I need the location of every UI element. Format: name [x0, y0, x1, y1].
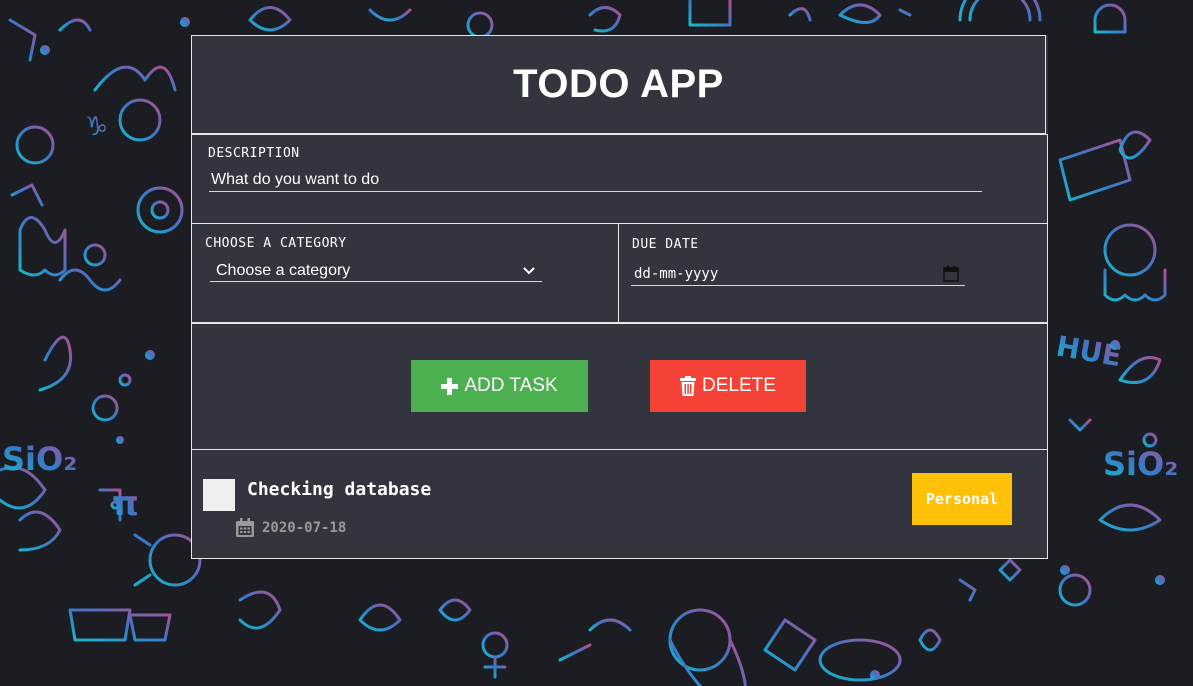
- category-select[interactable]: Choose a category: [210, 260, 542, 282]
- task-date-value: 2020-07-18: [262, 519, 347, 536]
- task-checkbox[interactable]: [203, 479, 235, 511]
- app-title: TODO APP: [513, 62, 724, 106]
- delete-label: DELETE: [702, 375, 776, 396]
- add-task-button[interactable]: ADD TASK: [411, 360, 588, 412]
- due-date-value: dd-mm-yyyy: [634, 265, 719, 282]
- category-badge: Personal: [912, 473, 1012, 525]
- description-input[interactable]: [209, 168, 982, 192]
- delete-button[interactable]: DELETE: [650, 360, 806, 412]
- svg-text:SiO₂: SiO₂: [2, 440, 77, 478]
- category-section: CHOOSE A CATEGORY Choose a category: [191, 224, 619, 323]
- task-date: 2020-07-18: [236, 518, 346, 537]
- trash-icon: [680, 376, 697, 396]
- chevron-down-icon: [523, 266, 535, 274]
- category-label: CHOOSE A CATEGORY: [205, 236, 347, 251]
- add-task-label: ADD TASK: [464, 375, 558, 396]
- category-select-value: Choose a category: [216, 261, 351, 279]
- calendar-icon[interactable]: [943, 265, 959, 282]
- due-date-section: DUE DATE dd-mm-yyyy: [618, 224, 1048, 323]
- app-header: TODO APP: [191, 35, 1046, 134]
- task-name: Checking database: [247, 479, 432, 500]
- due-date-label: DUE DATE: [632, 237, 699, 252]
- svg-text:♑: ♑: [85, 112, 108, 142]
- svg-text:SiO₂: SiO₂: [1103, 445, 1178, 483]
- due-date-input[interactable]: dd-mm-yyyy: [631, 262, 965, 286]
- calendar-icon: [236, 518, 254, 537]
- actions-section: ADD TASK DELETE: [191, 323, 1048, 450]
- plus-icon: [441, 377, 459, 395]
- todo-app-panel: TODO APP DESCRIPTION CHOOSE A CATEGORY C…: [191, 35, 1048, 559]
- task-item: Checking database 2020-07-18 Personal: [191, 450, 1048, 559]
- description-label: DESCRIPTION: [208, 146, 300, 161]
- category-date-row: CHOOSE A CATEGORY Choose a category DUE …: [191, 224, 1048, 323]
- description-section: DESCRIPTION: [191, 134, 1048, 224]
- svg-text:π: π: [112, 484, 139, 524]
